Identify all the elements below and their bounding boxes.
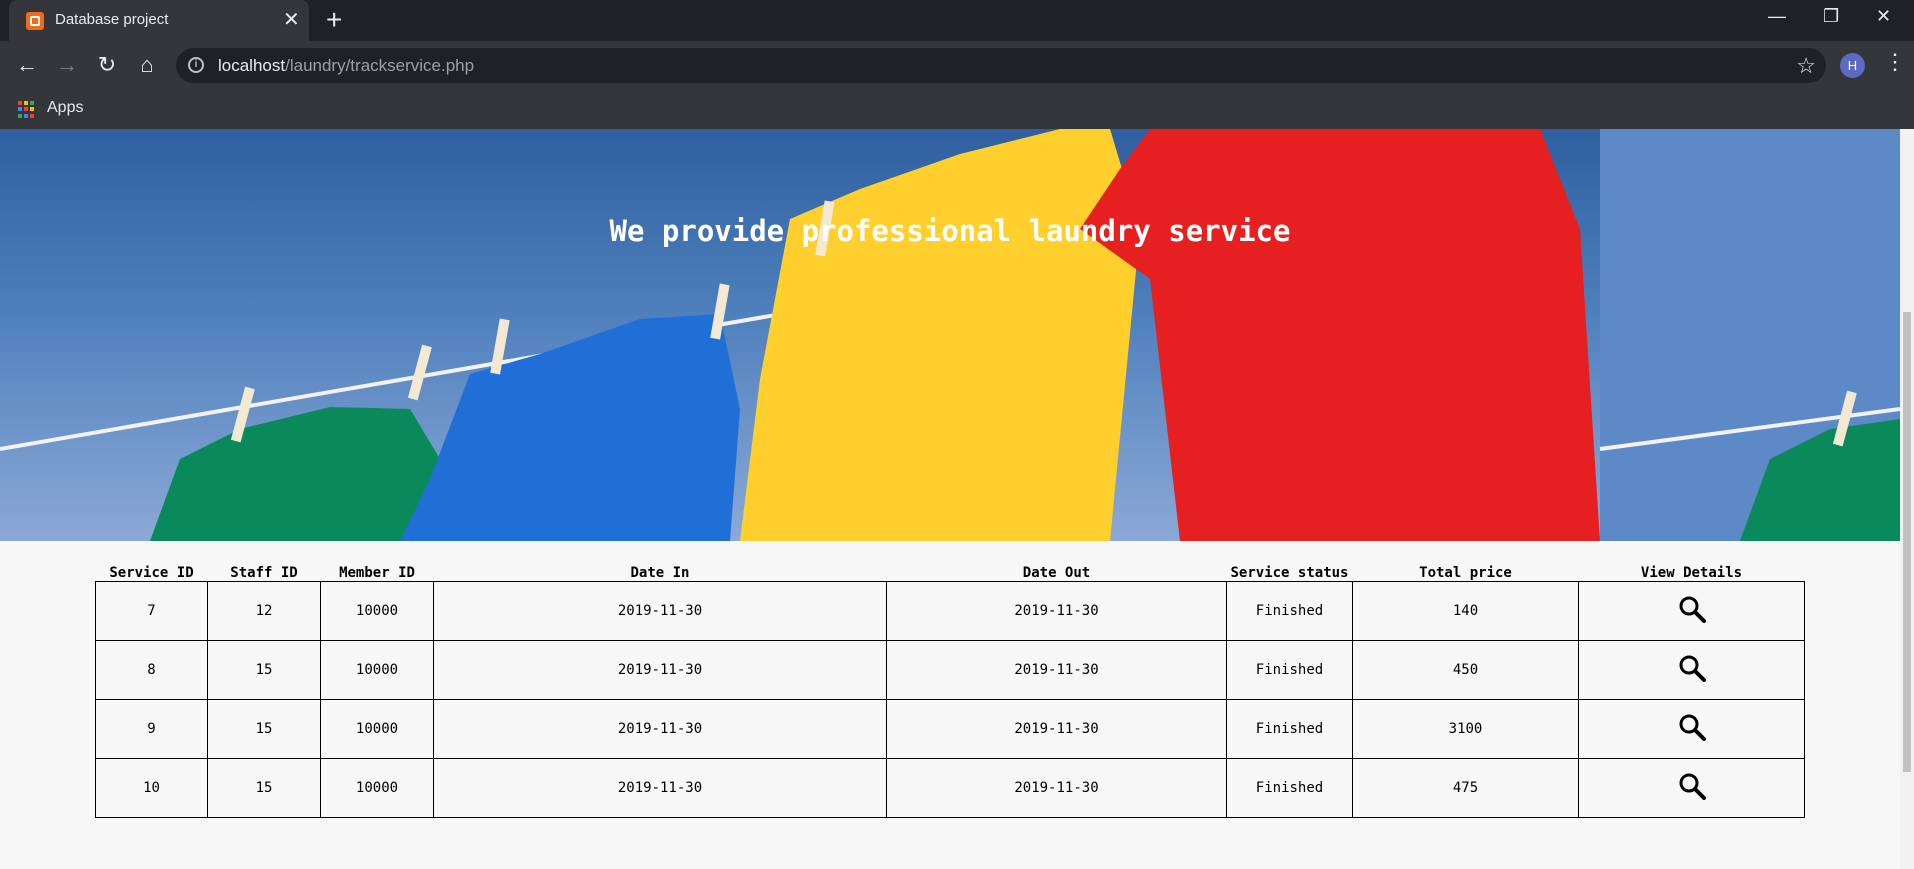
minimize-icon[interactable]: — bbox=[1768, 6, 1786, 27]
tab-title: Database project bbox=[55, 11, 169, 28]
cell-total-price: 3100 bbox=[1352, 699, 1579, 759]
address-bar[interactable]: i localhost/laundry/trackservice.php ☆ bbox=[176, 48, 1826, 83]
cell-total-price: 450 bbox=[1352, 640, 1579, 700]
cell-member-id: 10000 bbox=[320, 581, 434, 641]
close-tab-icon[interactable]: ✕ bbox=[283, 7, 300, 32]
cell-service-id: 7 bbox=[95, 581, 208, 641]
site-info-icon[interactable]: i bbox=[188, 57, 204, 73]
cell-date-in: 2019-11-30 bbox=[433, 581, 887, 641]
cell-service-id: 8 bbox=[95, 640, 208, 700]
col-header-total-price: Total price bbox=[1419, 565, 1512, 581]
cell-view-details bbox=[1578, 581, 1805, 641]
home-icon[interactable]: ⌂ bbox=[132, 50, 162, 80]
col-header-view-details: View Details bbox=[1640, 565, 1743, 581]
cell-total-price: 475 bbox=[1352, 758, 1579, 818]
xampp-favicon-icon bbox=[26, 12, 44, 30]
magnifier-icon[interactable] bbox=[1678, 654, 1706, 682]
table-row: 9 15 10000 2019-11-30 2019-11-30 Finishe… bbox=[95, 699, 1805, 759]
cell-view-details bbox=[1578, 640, 1805, 700]
browser-menu-icon[interactable]: ⋮ bbox=[1884, 49, 1906, 75]
col-header-staff-id: Staff ID bbox=[230, 565, 298, 581]
cell-date-in: 2019-11-30 bbox=[433, 640, 887, 700]
cell-total-price: 140 bbox=[1352, 581, 1579, 641]
col-header-date-in: Date In bbox=[630, 565, 690, 581]
cell-service-status: Finished bbox=[1226, 699, 1353, 759]
cell-service-id: 10 bbox=[95, 758, 208, 818]
profile-avatar[interactable]: H bbox=[1840, 53, 1865, 78]
col-header-service-status: Service status bbox=[1230, 565, 1349, 581]
cell-service-status: Finished bbox=[1226, 581, 1353, 641]
service-table: Service ID Staff ID Member ID Date In Da… bbox=[95, 560, 1805, 818]
url-host: localhost bbox=[218, 56, 286, 75]
cell-view-details bbox=[1578, 699, 1805, 759]
clothespin bbox=[710, 283, 730, 340]
bookmark-star-icon[interactable]: ☆ bbox=[1796, 53, 1816, 79]
magnifier-icon[interactable] bbox=[1678, 595, 1706, 623]
reload-icon[interactable]: ↻ bbox=[92, 50, 122, 80]
browser-tab[interactable]: Database project ✕ bbox=[9, 0, 309, 41]
browser-toolbar: ← → ↻ ⌂ i localhost/laundry/trackservice… bbox=[0, 41, 1914, 89]
magnifier-icon[interactable] bbox=[1678, 772, 1706, 800]
table-row: 7 12 10000 2019-11-30 2019-11-30 Finishe… bbox=[95, 581, 1805, 641]
apps-bookmark[interactable]: Apps bbox=[47, 99, 83, 117]
magnifier-icon[interactable] bbox=[1678, 713, 1706, 741]
cell-date-in: 2019-11-30 bbox=[433, 699, 887, 759]
cell-date-out: 2019-11-30 bbox=[886, 758, 1227, 818]
cell-service-id: 9 bbox=[95, 699, 208, 759]
cell-staff-id: 15 bbox=[207, 640, 321, 700]
bookmarks-bar: Apps bbox=[0, 89, 1914, 129]
tab-strip: Database project ✕ + — ❐ ✕ bbox=[0, 0, 1914, 41]
cell-staff-id: 15 bbox=[207, 758, 321, 818]
yellow-tshirt bbox=[740, 129, 1140, 541]
cell-member-id: 10000 bbox=[320, 699, 434, 759]
cell-member-id: 10000 bbox=[320, 640, 434, 700]
cell-date-out: 2019-11-30 bbox=[886, 640, 1227, 700]
cell-date-in: 2019-11-30 bbox=[433, 758, 887, 818]
cell-staff-id: 15 bbox=[207, 699, 321, 759]
col-header-date-out: Date Out bbox=[1022, 565, 1091, 581]
cell-date-out: 2019-11-30 bbox=[886, 581, 1227, 641]
cell-view-details bbox=[1578, 758, 1805, 818]
page-scrollbar[interactable] bbox=[1900, 129, 1914, 869]
red-tshirt bbox=[1080, 129, 1600, 541]
cell-date-out: 2019-11-30 bbox=[886, 699, 1227, 759]
cell-member-id: 10000 bbox=[320, 758, 434, 818]
cell-staff-id: 12 bbox=[207, 581, 321, 641]
cell-service-status: Finished bbox=[1226, 640, 1353, 700]
scrollbar-thumb[interactable] bbox=[1903, 312, 1911, 772]
browser-chrome: Database project ✕ + — ❐ ✕ ← → ↻ ⌂ i loc… bbox=[0, 0, 1914, 129]
apps-grid-icon[interactable] bbox=[18, 101, 35, 118]
green-tshirt bbox=[150, 407, 440, 541]
close-window-icon[interactable]: ✕ bbox=[1876, 6, 1891, 27]
restore-icon[interactable]: ❐ bbox=[1823, 6, 1839, 27]
hero-heading: We provide professional laundry service bbox=[609, 214, 1291, 248]
url-text: localhost/laundry/trackservice.php bbox=[218, 56, 474, 76]
laundry-line-image bbox=[0, 129, 1900, 541]
new-tab-icon[interactable]: + bbox=[326, 4, 342, 36]
blue-tshirt bbox=[400, 314, 740, 541]
col-header-service-id: Service ID bbox=[109, 565, 194, 581]
hero-banner: We provide professional laundry service bbox=[0, 129, 1900, 541]
clothespin bbox=[407, 344, 432, 401]
forward-icon[interactable]: → bbox=[52, 50, 82, 80]
cell-service-status: Finished bbox=[1226, 758, 1353, 818]
table-row: 8 15 10000 2019-11-30 2019-11-30 Finishe… bbox=[95, 640, 1805, 700]
table-header-row: Service ID Staff ID Member ID Date In Da… bbox=[96, 560, 1805, 582]
col-header-member-id: Member ID bbox=[339, 565, 415, 581]
table-row: 10 15 10000 2019-11-30 2019-11-30 Finish… bbox=[95, 758, 1805, 818]
url-path: /laundry/trackservice.php bbox=[285, 56, 475, 75]
main-content: Service ID Staff ID Member ID Date In Da… bbox=[0, 541, 1900, 869]
back-icon[interactable]: ← bbox=[12, 50, 42, 80]
